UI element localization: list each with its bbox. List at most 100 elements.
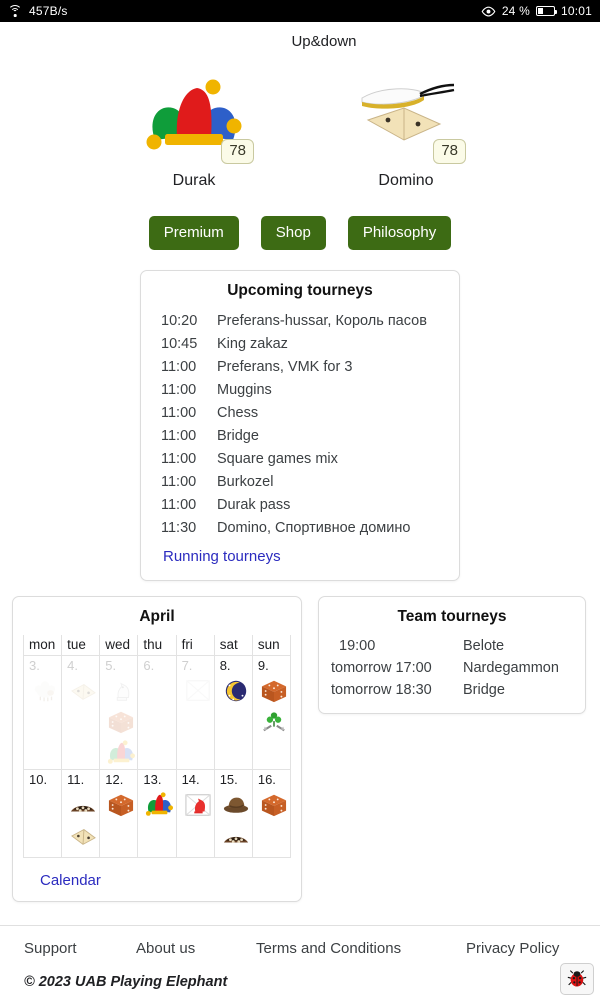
tourney-time: 11:00 [161,496,197,513]
calendar-month: April [139,608,175,625]
team-tourney-row[interactable]: tomorrow 18:30 Bridge [319,679,585,701]
team-tourney-time: tomorrow 18:30 [331,682,432,698]
game-tile-durak[interactable]: 78 Durak [119,70,269,190]
tourney-row[interactable]: 10:20 Preferans-hussar, Король пасов [141,309,459,332]
calendar-day-number: 14. [181,772,200,787]
running-tourneys-link[interactable]: Running tourneys [141,539,281,571]
calendar-card: April mon tue wed thu fri sat sun 3. 4. 5. 6. 7. 8.… [12,596,302,902]
tourney-name: King zakaz [217,335,288,352]
clover-icon [263,712,285,732]
calendar-day-cell[interactable]: 12. [99,769,139,858]
calendar-day-cell[interactable]: 4. [61,655,101,770]
tourney-name: Durak pass [217,496,291,513]
checkers-board-icon [71,805,96,812]
report-bug-button[interactable] [560,963,594,995]
calendar-day-icons [220,787,252,849]
calendar-day-number: 16. [257,772,276,787]
network-speed: 457B/s [29,4,68,18]
tourney-row[interactable]: 11:00 Burkozel [141,470,459,493]
domino-tile-icon [71,828,97,845]
calendar-day-cell[interactable]: 9. [251,655,292,770]
calendar-day-cell[interactable]: 16. [251,769,292,858]
calendar-day-cell[interactable]: 7. [175,655,215,770]
calendar-day-number: 15. [219,772,238,787]
calendar-day-number: 11. [67,772,85,787]
calendar-day-cell[interactable]: 5. [99,655,139,770]
team-tourney-time: 19:00 [339,638,376,654]
shop-button[interactable]: Shop [260,216,326,250]
tourney-row[interactable]: 11:00 Square games mix [141,447,459,470]
tourney-row[interactable]: 11:00 Chess [141,401,459,424]
page-title: Up&down [291,33,357,50]
tourney-name: Burkozel [217,473,274,490]
dice-icon [261,794,286,817]
footer-links: Support About us Terms and Conditions Pr… [24,940,576,957]
calendar-weekday: sat [213,635,253,656]
calendar-day-cell[interactable]: 14. [175,769,215,858]
tourney-name: Preferans, VMK for 3 [217,358,353,375]
chess-knight-icon [117,682,130,701]
lower-panels: April mon tue wed thu fri sat sun 3. 4. 5. 6. 7. 8.… [0,596,600,902]
calendar-day-icons [67,787,99,849]
calendar-day-cell[interactable]: 10. [22,769,63,858]
team-tourney-name: Belote [463,638,505,654]
durak-count-badge: 78 [221,139,254,164]
battery-icon [535,6,558,16]
calendar-weekday-row: mon tue wed thu fri sat sun [22,635,292,656]
tourney-time: 11:00 [161,404,197,421]
calendar-day-cell[interactable]: 6. [137,655,177,770]
team-tourneys-card: Team tourneys 19:00 Belote tomorrow 17:00 N… [318,596,586,714]
dice-icon [109,794,134,817]
calendar-day-cell[interactable]: 13. [137,769,177,858]
footer-link-privacy[interactable]: Privacy Policy [466,940,559,957]
calendar-day-icons [220,673,252,704]
checkers-board-icon [223,836,248,843]
calendar-weekday: mon [22,635,63,656]
domino-art: 78 [331,70,481,164]
upcoming-tourneys-card: Upcoming tourneys 10:20 Preferans-hussar,… [140,270,460,581]
footer-link-support[interactable]: Support [24,940,136,957]
tourney-row[interactable]: 11:00 Preferans, VMK for 3 [141,355,459,378]
footer-link-about-us[interactable]: About us [136,940,256,957]
hat-icon [223,797,248,813]
calendar-day-cell[interactable]: 11. [61,769,101,858]
calendar-day-number: 7. [181,658,193,673]
tourney-time: 10:45 [161,335,198,352]
tourney-time: 10:20 [161,312,198,329]
team-tourney-row[interactable]: tomorrow 17:00 Nardegammon [319,657,585,679]
team-tourney-row[interactable]: 19:00 Belote [319,635,585,657]
calendar-day-cell[interactable]: 15. [213,769,253,858]
dice-icon [261,680,286,703]
tourney-row[interactable]: 11:00 Bridge [141,424,459,447]
philosophy-button[interactable]: Philosophy [347,216,452,250]
team-tourney-name: Nardegammon [463,660,559,676]
calendar-day-icons [182,673,214,704]
calendar-day-number: 4. [67,658,78,673]
calendar-day-number: 6. [143,658,155,673]
calendar-day-cell[interactable]: 8. [213,655,253,770]
dice-icon [109,711,134,734]
footer: Support About us Terms and Conditions Pr… [0,925,600,1000]
tourney-time: 11:00 [161,381,197,398]
calendar-day-icons [105,673,137,766]
domino-count-badge: 78 [433,139,466,164]
calendar-weekday: sun [251,635,292,656]
game-tile-domino[interactable]: 78 Domino [331,70,481,190]
sheep-icon [34,681,56,702]
calendar-day-icons [258,673,290,735]
games-row: 78 Durak 78 Domino [0,70,600,190]
tourney-time: 11:00 [161,427,197,444]
premium-button[interactable]: Premium [148,216,239,250]
calendar-day-number: 10. [29,772,48,787]
calendar-weekday: tue [61,635,101,656]
tourney-row[interactable]: 11:30 Domino, Спортивное домино [141,516,459,539]
battery-percent: 24 % [501,4,530,18]
calendar-day-number: 13. [143,772,162,787]
tourney-row[interactable]: 11:00 Durak pass [141,493,459,516]
footer-link-terms[interactable]: Terms and Conditions [256,940,466,957]
tourney-row[interactable]: 10:45 King zakaz [141,332,459,355]
calendar-day-number: 5. [105,658,117,673]
calendar-link[interactable]: Calendar [13,858,101,895]
calendar-day-cell[interactable]: 3. [22,655,63,770]
tourney-row[interactable]: 11:00 Muggins [141,378,459,401]
